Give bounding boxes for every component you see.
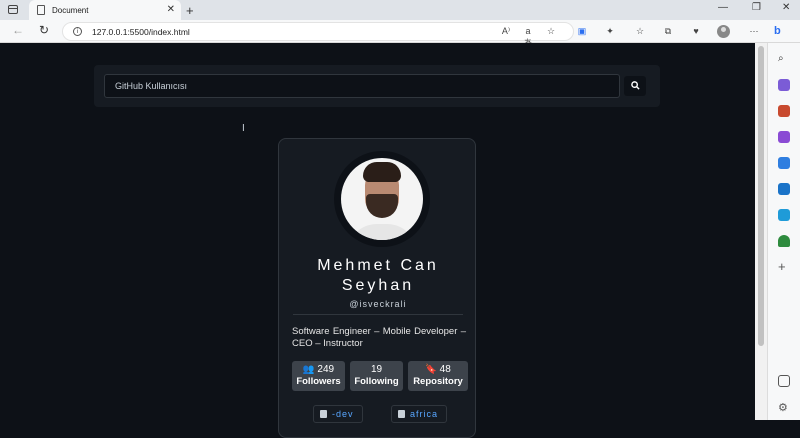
document-icon	[37, 5, 45, 15]
avatar-beard	[366, 194, 398, 218]
repo-name: africa	[410, 409, 439, 419]
profile-bio: Software Engineer – Mobile Developer – C…	[292, 326, 466, 349]
following-stat[interactable]: 19 Following	[350, 361, 403, 391]
avatar-shirt	[347, 224, 417, 240]
screen-cast-icon[interactable]: ▣	[576, 25, 588, 37]
shopping-icon[interactable]	[778, 79, 790, 91]
scroll-thumb[interactable]	[758, 46, 764, 346]
tab-close-icon[interactable]: ✕	[167, 4, 175, 15]
repo-link[interactable]: africa	[391, 405, 448, 423]
tab-title: Document	[52, 5, 89, 15]
read-aloud-icon[interactable]: A⁾	[500, 25, 512, 37]
site-info-icon[interactable]: i	[73, 27, 82, 36]
page-scrollbar[interactable]	[755, 43, 767, 420]
search-input[interactable]: GitHub Kullanıcısı	[104, 74, 620, 98]
copilot-icon[interactable]	[778, 157, 790, 169]
profile-name: Mehmet Can Seyhan	[317, 257, 439, 294]
search-icon[interactable]: ⌕	[778, 53, 790, 65]
followers-stat[interactable]: 👥 249 Followers	[292, 361, 345, 391]
profile-card: Mehmet Can Seyhan @isveckrali Software E…	[278, 138, 476, 438]
repo-name: -dev	[332, 409, 354, 419]
minimize-button[interactable]: —	[718, 2, 728, 13]
tab-actions-icon[interactable]	[8, 5, 18, 14]
search-panel: GitHub Kullanıcısı	[94, 65, 660, 107]
tools-icon[interactable]	[778, 105, 790, 117]
followers-label: Followers	[296, 376, 341, 387]
address-text: 127.0.0.1:5500/index.html	[92, 26, 190, 37]
more-menu-icon[interactable]: ⋯	[748, 25, 760, 37]
repo-link[interactable]: -dev	[313, 405, 363, 423]
add-icon[interactable]: +	[778, 260, 790, 273]
back-button[interactable]: ←	[12, 23, 24, 37]
collections-icon[interactable]: ⧉	[662, 25, 674, 37]
avatar-ring	[334, 151, 430, 247]
users-icon: 👥	[302, 364, 315, 375]
repository-value: 48	[439, 364, 451, 375]
bing-icon[interactable]: b	[774, 25, 781, 37]
close-window-button[interactable]: ✕	[782, 2, 790, 13]
followers-value: 249	[317, 364, 335, 375]
text-cursor-icon: I	[242, 123, 245, 134]
avatar-hair	[363, 162, 401, 182]
address-bar[interactable]: i 127.0.0.1:5500/index.html	[62, 22, 574, 41]
bookmark-icon: 🔖	[425, 364, 438, 375]
profile-icon[interactable]	[717, 25, 730, 38]
translate-icon[interactable]: aあ	[522, 25, 534, 48]
browser-toolbar: ← ↻ i 127.0.0.1:5500/index.html A⁾ aあ ☆ …	[0, 20, 800, 48]
divider	[293, 314, 463, 315]
reload-button[interactable]: ↻	[39, 23, 49, 37]
browser-sidebar: ⌕ + ⚙	[767, 43, 800, 420]
tree-icon[interactable]	[778, 235, 790, 247]
repo-icon	[398, 410, 405, 418]
split-screen-icon[interactable]	[778, 375, 790, 387]
repository-stat[interactable]: 🔖 48 Repository	[408, 361, 468, 391]
extensions-icon[interactable]: ✦	[604, 25, 616, 37]
games-icon[interactable]	[778, 131, 790, 143]
following-value: 19	[370, 364, 383, 375]
search-icon	[630, 81, 640, 90]
repo-icon	[320, 410, 327, 418]
new-tab-button[interactable]: +	[186, 3, 194, 18]
favorites-icon[interactable]: ☆	[634, 25, 646, 37]
tab-document[interactable]: Document ✕	[29, 0, 181, 20]
search-button[interactable]	[624, 76, 646, 96]
restore-button[interactable]: ❐	[752, 2, 761, 13]
avatar	[341, 158, 423, 240]
page-content: GitHub Kullanıcısı I Mehmet Can Seyhan @…	[0, 43, 755, 438]
tab-strip: Document ✕ + — ❐ ✕	[0, 0, 800, 20]
outlook-icon[interactable]	[778, 183, 790, 195]
repository-label: Repository	[413, 376, 463, 387]
following-label: Following	[354, 376, 399, 387]
favorites-add-icon[interactable]: ☆	[545, 25, 557, 37]
health-icon[interactable]: ♥	[690, 25, 702, 37]
drop-icon[interactable]	[778, 209, 790, 221]
settings-icon[interactable]: ⚙	[778, 401, 790, 414]
profile-handle: @isveckrali	[349, 299, 407, 309]
